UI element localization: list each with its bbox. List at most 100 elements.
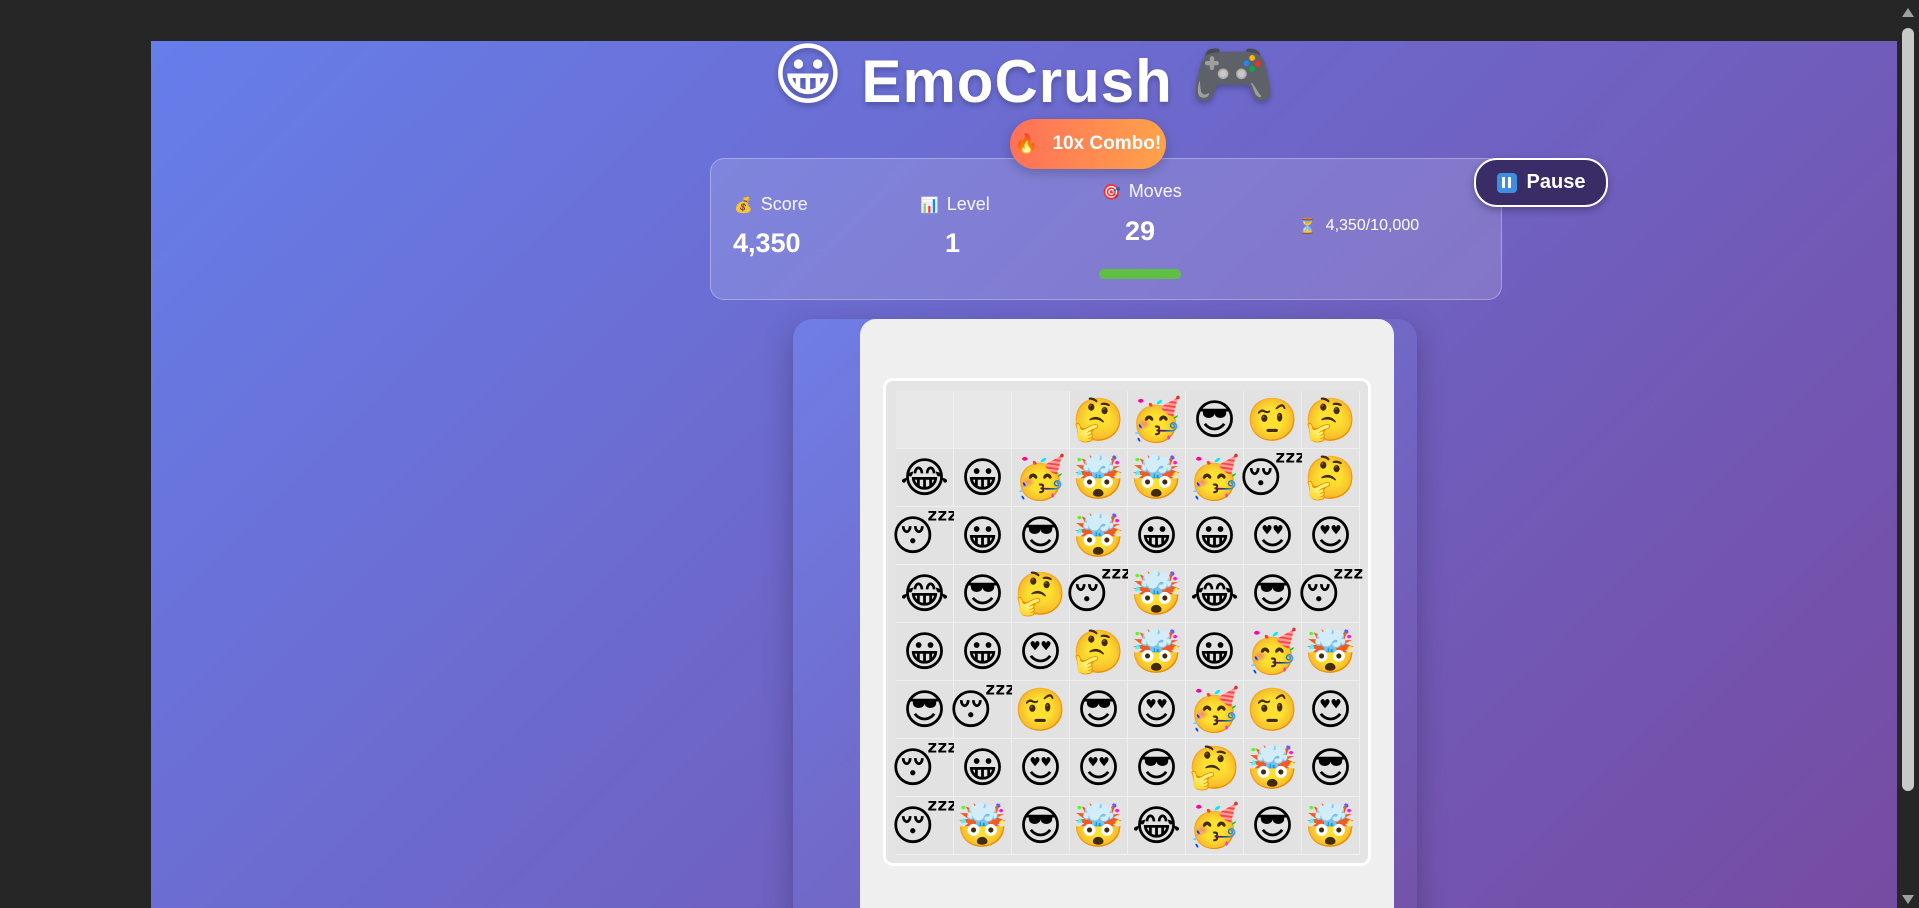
heart-eyes-icon: 😍 [1018,627,1063,675]
grid-cell[interactable]: 😍 [1302,507,1360,565]
grid-cell[interactable]: 😍 [1070,739,1128,797]
heart-eyes-icon: 😍 [1250,511,1295,559]
grid-cell[interactable]: 😎 [1070,681,1128,739]
heart-eyes-icon: 😍 [1018,743,1063,791]
grid-cell[interactable]: 😂 [896,565,954,623]
grid-cell[interactable]: 😀 [1128,507,1186,565]
exploding-head-icon: 🤯 [1072,801,1125,849]
grid-cell[interactable]: 🤔 [1070,391,1128,449]
grid-cell[interactable]: 😴 [949,681,1016,739]
exploding-head-icon: 🤯 [1072,453,1125,501]
grid-cell[interactable]: 😎 [1244,565,1302,623]
grid-cell[interactable]: 🤯 [1128,565,1186,623]
grid-cell[interactable]: 😎 [1128,739,1186,797]
grid-cell[interactable]: 🥳 [1244,623,1302,681]
exploding-head-icon: 🤯 [1072,511,1125,559]
grid-cell[interactable]: 🥳 [1186,681,1244,739]
party-face-icon: 🥳 [1188,685,1241,733]
grid-cell[interactable]: 😴 [891,797,958,855]
grid-cell[interactable]: 🥳 [1012,449,1070,507]
sleeping-face-icon: 😴 [948,685,1017,733]
grid-cell[interactable]: 🤯 [1070,507,1128,565]
pause-button[interactable]: Pause [1474,158,1608,207]
grid-cell[interactable]: 🤨 [1244,681,1302,739]
thinking-face-icon: 🤔 [1072,627,1125,675]
grid-cell[interactable]: 😍 [1244,507,1302,565]
level-label-text: Level [946,194,990,214]
grid-cell[interactable]: 🥳 [1186,449,1244,507]
game-title: 😀 EmoCrush 🎮 [151,41,1897,121]
grid-cell[interactable]: 😴 [1239,449,1306,507]
score-target-text: 4,350/10,000 [1325,217,1420,234]
grid-cell[interactable]: 😍 [1128,681,1186,739]
sleeping-face-icon: 😴 [890,743,959,791]
grid-cell[interactable]: 😍 [1012,739,1070,797]
grid-cell[interactable]: 😴 [891,739,958,797]
grid-cell[interactable]: 😴 [1065,565,1132,623]
grid-cell[interactable]: 😀 [954,623,1012,681]
scrollbar[interactable] [1897,0,1919,908]
grid-cell[interactable]: 😎 [1302,739,1360,797]
grid-cell[interactable]: 😎 [1012,507,1070,565]
grid-cell[interactable] [1012,391,1070,449]
grid-cell[interactable]: 🤯 [1070,449,1128,507]
grinning-face-icon: 😀 [960,511,1005,559]
grid-cell[interactable]: 🥳 [1128,391,1186,449]
game-controller-icon: 🎮 [1190,41,1276,113]
grid-cell[interactable]: 😍 [1012,623,1070,681]
tears-of-joy-icon: 😂 [1131,801,1182,849]
score-label: 💰 Score [734,194,808,215]
grid-cell[interactable]: 😂 [1128,797,1186,855]
grid-cell[interactable]: 😎 [1012,797,1070,855]
grid-cell[interactable]: 😀 [954,507,1012,565]
exploding-head-icon: 🤯 [1304,627,1357,675]
grid-cell[interactable] [896,391,954,449]
grid-cell[interactable] [954,391,1012,449]
grid-cell[interactable]: 🤯 [954,797,1012,855]
sunglasses-face-icon: 😎 [1134,743,1179,791]
grid-cell[interactable]: 🤔 [1302,449,1360,507]
grid-cell[interactable]: 😴 [1297,565,1364,623]
grid-cell[interactable]: 🤯 [1128,623,1186,681]
scroll-up-arrow-icon[interactable] [1902,8,1914,17]
grid-cell[interactable]: 😴 [891,507,958,565]
grid-cell[interactable]: 🤯 [1302,797,1360,855]
grid-cell[interactable]: 🤯 [1244,739,1302,797]
grid-cell[interactable]: 😎 [954,565,1012,623]
thinking-face-icon: 🤔 [1304,395,1357,443]
grid-cell[interactable]: 😀 [954,449,1012,507]
exploding-head-icon: 🤯 [1130,569,1183,617]
grid-cell[interactable]: 😀 [954,739,1012,797]
grid-cell[interactable]: 🤯 [1128,449,1186,507]
grid-cell[interactable]: 🤔 [1070,623,1128,681]
grid-cell[interactable]: 😀 [1186,623,1244,681]
grid-cell[interactable]: 🤯 [1070,797,1128,855]
grid-cell[interactable]: 😎 [1186,391,1244,449]
grid-cell[interactable]: 🤨 [1244,391,1302,449]
scroll-thumb[interactable] [1902,28,1914,791]
sunglasses-face-icon: 😎 [1250,801,1295,849]
grid-cell[interactable]: 🤔 [1302,391,1360,449]
scroll-down-arrow-icon[interactable] [1902,895,1914,904]
grid-cell[interactable]: 😀 [896,623,954,681]
grid-cell[interactable]: 🤔 [1186,739,1244,797]
raised-eyebrow-icon: 🤨 [1246,395,1299,443]
grid-cell[interactable]: 😍 [1302,681,1360,739]
game-board: 🤔 🥳 😎 🤨 🤔 😂 😀 🥳 🤯 🤯 🥳 😴 🤔 😴 😀 😎 🤯 😀 😀 😍 😍 😂 😎 🤔 😴 🤯 😂 😎 😴 😀 😀 😍 🤔 🤯 😀 🥳 🤯 😎 😴 🤨… [883,378,1371,866]
stats-panel: 💰 Score 4,350 📊 Level 1 🎯 Moves 29 ⏳ 4,3… [710,158,1502,300]
grid-cell[interactable]: 🤯 [1302,623,1360,681]
grid-cell[interactable]: 😎 [1244,797,1302,855]
grid-cell[interactable]: 🥳 [1186,797,1244,855]
grid-cell[interactable]: 😀 [1186,507,1244,565]
combo-badge: 🔥 10x Combo! [1010,119,1166,169]
thinking-face-icon: 🤔 [1072,395,1125,443]
grid-cell[interactable]: 😎 [896,681,954,739]
score-target: ⏳ 4,350/10,000 [1298,217,1419,235]
game-viewport: 😀 EmoCrush 🎮 🔥 10x Combo! 💰 Score 4,350 📊 … [151,41,1897,908]
grid-cell[interactable]: 😂 [896,449,954,507]
grid-cell[interactable]: 🤨 [1012,681,1070,739]
sunglasses-face-icon: 😎 [1192,395,1237,443]
grid-cell[interactable]: 😂 [1186,565,1244,623]
grid-cell[interactable]: 🤔 [1012,565,1070,623]
hourglass-icon: ⏳ [1298,218,1317,235]
